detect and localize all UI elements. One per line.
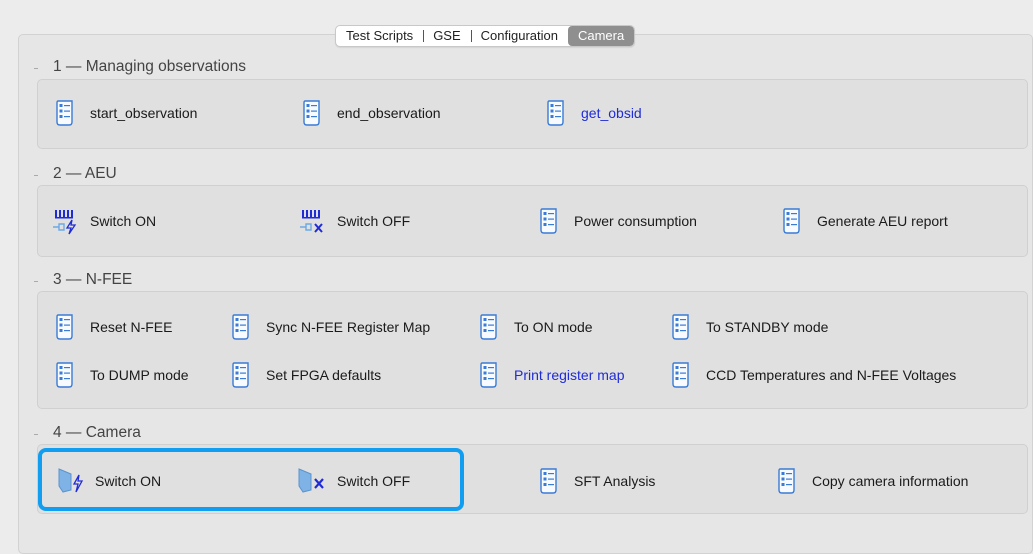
script-icon (50, 98, 80, 128)
section-title-camera: 4 — Camera (53, 424, 141, 441)
item-label: CCD Temperatures and N-FEE Voltages (706, 367, 957, 383)
script-icon (772, 466, 802, 496)
script-icon (226, 312, 256, 342)
ccd-temperatures-button[interactable]: CCD Temperatures and N-FEE Voltages (666, 360, 956, 390)
start-observation-button[interactable]: start_observation (50, 98, 197, 128)
section-title-n-fee: 3 — N-FEE (53, 271, 133, 288)
script-icon (666, 360, 696, 390)
script-icon (541, 98, 571, 128)
item-label: start_observation (90, 105, 198, 121)
item-label: To DUMP mode (90, 367, 189, 383)
item-label: Generate AEU report (817, 213, 948, 229)
reset-n-fee-button[interactable]: Reset N-FEE (50, 312, 172, 342)
section-divider (34, 175, 38, 176)
script-icon (50, 312, 80, 342)
set-fpga-defaults-button[interactable]: Set FPGA defaults (226, 360, 381, 390)
aeu-power-off-icon (297, 206, 327, 236)
get-obsid-button[interactable]: get_obsid (541, 98, 642, 128)
item-label: Copy camera information (812, 473, 969, 489)
section-divider (34, 68, 38, 69)
sft-analysis-button[interactable]: SFT Analysis (534, 466, 655, 496)
item-label: To ON mode (514, 319, 593, 335)
script-icon (297, 98, 327, 128)
item-label: end_observation (337, 105, 441, 121)
sync-n-fee-register-map-button[interactable]: Sync N-FEE Register Map (226, 312, 430, 342)
item-label: SFT Analysis (574, 473, 656, 489)
script-icon (534, 206, 564, 236)
tab-test-scripts[interactable]: Test Scripts (336, 26, 423, 46)
item-label: Reset N-FEE (90, 319, 173, 335)
tab-configuration[interactable]: Configuration (470, 26, 568, 46)
to-dump-mode-button[interactable]: To DUMP mode (50, 360, 189, 390)
print-register-map-button[interactable]: Print register map (474, 360, 624, 390)
section-divider (34, 434, 38, 435)
item-label: Print register map (514, 367, 625, 383)
script-icon (226, 360, 256, 390)
aeu-switch-on-button[interactable]: Switch ON (50, 206, 156, 236)
power-consumption-button[interactable]: Power consumption (534, 206, 697, 236)
aeu-switch-off-button[interactable]: Switch OFF (297, 206, 410, 236)
to-on-mode-button[interactable]: To ON mode (474, 312, 593, 342)
tab-camera[interactable]: Camera (567, 26, 635, 46)
item-label: Switch OFF (337, 213, 411, 229)
aeu-power-on-icon (50, 206, 80, 236)
highlight-box (38, 448, 464, 511)
item-label: get_obsid (581, 105, 642, 121)
item-label: Sync N-FEE Register Map (266, 319, 431, 335)
tab-gse[interactable]: GSE (423, 26, 470, 46)
script-icon (50, 360, 80, 390)
item-label: Power consumption (574, 213, 697, 229)
section-title-managing-observations: 1 — Managing observations (53, 58, 247, 75)
tab-bar: Test Scripts GSE Configuration Camera (335, 25, 636, 47)
script-icon (666, 312, 696, 342)
item-label: Switch ON (90, 213, 157, 229)
item-label: Set FPGA defaults (266, 367, 382, 383)
group-n-fee (37, 291, 1028, 409)
item-label: To STANDBY mode (706, 319, 829, 335)
script-icon (474, 312, 504, 342)
generate-aeu-report-button[interactable]: Generate AEU report (777, 206, 948, 236)
to-standby-mode-button[interactable]: To STANDBY mode (666, 312, 828, 342)
script-icon (474, 360, 504, 390)
section-divider (34, 281, 38, 282)
script-icon (777, 206, 807, 236)
script-icon (534, 466, 564, 496)
section-title-aeu: 2 — AEU (53, 165, 117, 182)
copy-camera-information-button[interactable]: Copy camera information (772, 466, 968, 496)
end-observation-button[interactable]: end_observation (297, 98, 441, 128)
